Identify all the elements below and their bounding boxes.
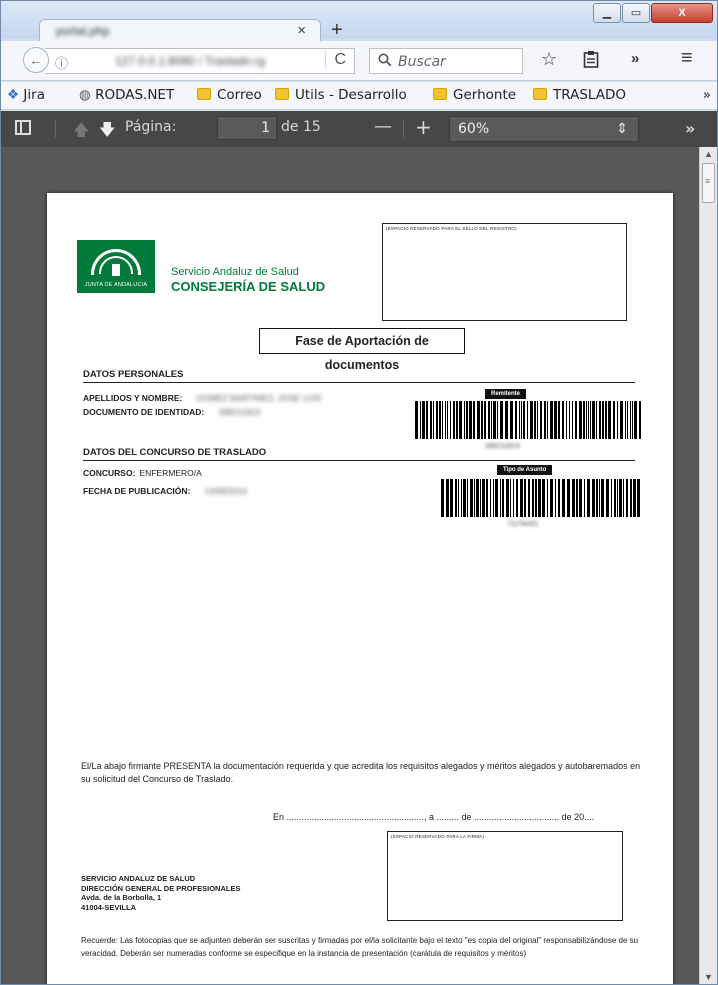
address-line: SERVICIO ANDALUZ DE SALUD bbox=[81, 874, 196, 883]
field-concurso: CONCURSO: ENFERMERO/A bbox=[83, 468, 202, 478]
field-value: 28821181X bbox=[218, 407, 262, 417]
field-value: ENFERMERO/A bbox=[139, 468, 202, 478]
pdf-page: JUNTA DE ANDALUCIA Servicio Andaluz de S… bbox=[47, 193, 673, 984]
close-window-button[interactable]: X bbox=[651, 3, 713, 23]
field-apellidos: APELLIDOS Y NOMBRE: GOMEZ MARTINEZ, JOSE … bbox=[83, 393, 321, 403]
divider bbox=[403, 120, 404, 138]
bookmarks-overflow-icon[interactable]: » bbox=[703, 87, 711, 103]
globe-icon: ◍ bbox=[79, 87, 91, 103]
tab-title: portal.php bbox=[56, 24, 110, 38]
address-bar[interactable]: ⓘ 127.0.0.1:8080 / Traslado.rg C bbox=[45, 48, 355, 74]
declaration-text: El/La abajo firmante PRESENTA la documen… bbox=[81, 761, 641, 784]
bookmark-label: TRASLADO bbox=[553, 87, 626, 103]
section-datos-personales: DATOS PERSONALES bbox=[83, 369, 635, 383]
overflow-chevron-icon[interactable]: » bbox=[631, 50, 639, 67]
jira-icon: ❖ bbox=[7, 87, 20, 103]
vertical-scrollbar[interactable]: ▲ ▼ bbox=[699, 147, 717, 984]
new-tab-button[interactable]: + bbox=[331, 19, 343, 42]
title-bar: portal.php × + ▁ ▭ X bbox=[1, 1, 717, 42]
bookmark-rodas[interactable]: ◍ RODAS.NET bbox=[79, 87, 174, 103]
folder-icon bbox=[533, 88, 547, 100]
zoom-select[interactable]: 60% ⇕ bbox=[449, 116, 639, 142]
browser-window: portal.php × + ▁ ▭ X ⓘ 127.0.0.1:8080 / … bbox=[0, 0, 718, 985]
remitente-barcode bbox=[415, 401, 641, 439]
bookmark-label: RODAS.NET bbox=[95, 87, 175, 103]
field-label: APELLIDOS Y NOMBRE: bbox=[83, 393, 183, 403]
reload-icon[interactable]: C bbox=[325, 51, 346, 69]
bookmark-gerhonte[interactable]: Gerhonte bbox=[433, 87, 516, 103]
field-fecha-publicacion: FECHA DE PUBLICACIÓN: 13/08/2014 bbox=[83, 486, 247, 496]
previous-page-icon[interactable]: 🡅 bbox=[73, 119, 89, 146]
address-line: 41004-SEVILLA bbox=[81, 902, 137, 912]
next-page-icon[interactable]: 🡇 bbox=[99, 119, 115, 146]
logo-caption: JUNTA DE ANDALUCIA bbox=[84, 282, 148, 288]
junta-andalucia-logo: JUNTA DE ANDALUCIA bbox=[77, 240, 155, 293]
back-button[interactable]: ← bbox=[23, 47, 49, 73]
document-title: Fase de Aportación de documentos bbox=[259, 328, 465, 372]
bookmark-jira[interactable]: ❖ Jira bbox=[7, 87, 45, 103]
bookmark-traslado[interactable]: TRASLADO bbox=[533, 87, 626, 103]
field-label: FECHA DE PUBLICACIÓN: bbox=[83, 486, 191, 496]
barcode-number: 711TA001 bbox=[507, 521, 539, 528]
date-line: En .....................................… bbox=[273, 812, 595, 822]
consejeria-name: CONSEJERÍA DE SALUD bbox=[171, 279, 326, 294]
bookmark-star-icon[interactable]: ☆ bbox=[541, 49, 557, 70]
scroll-thumb[interactable] bbox=[702, 163, 715, 203]
field-value: GOMEZ MARTINEZ, JOSE LUIS bbox=[196, 393, 322, 403]
dropdown-caret-icon: ⇕ bbox=[616, 121, 628, 137]
info-icon[interactable]: ⓘ bbox=[55, 53, 68, 72]
folder-icon bbox=[275, 88, 289, 100]
browser-tab[interactable]: portal.php × bbox=[39, 19, 321, 41]
zoom-value: 60% bbox=[458, 121, 490, 137]
scroll-up-icon[interactable]: ▲ bbox=[704, 149, 713, 159]
zoom-out-button[interactable]: — bbox=[374, 116, 392, 137]
registry-stamp-box: (ESPACIO RESERVADO PARA EL SELLO DEL REG… bbox=[382, 223, 627, 321]
field-value: 13/08/2014 bbox=[204, 486, 247, 496]
org-name: Servicio Andaluz de Salud bbox=[171, 266, 299, 278]
section-datos-concurso: DATOS DEL CONCURSO DE TRASLADO bbox=[83, 447, 635, 461]
bookmark-label: Utils - Desarrollo bbox=[295, 87, 407, 103]
field-label: DOCUMENTO DE IDENTIDAD: bbox=[83, 407, 205, 417]
asunto-barcode bbox=[441, 479, 640, 517]
bookmarks-toolbar: ❖ Jira ◍ RODAS.NET Correo Utils - Desarr… bbox=[1, 82, 717, 110]
remitente-tag: Remitente bbox=[485, 389, 527, 399]
search-placeholder: Buscar bbox=[398, 54, 446, 70]
address-line: DIRECCIÓN GENERAL DE PROFESIONALES bbox=[81, 883, 241, 893]
signature-box: (ESPACIO RESERVADO PARA LA FIRMA) bbox=[387, 831, 623, 921]
tab-close-icon[interactable]: × bbox=[297, 22, 306, 39]
minimize-button[interactable]: ▁ bbox=[593, 3, 621, 23]
page-total: de 15 bbox=[281, 119, 321, 135]
page-label: Página: bbox=[125, 119, 177, 135]
navigation-bar: ⓘ 127.0.0.1:8080 / Traslado.rg C ← Busca… bbox=[1, 41, 717, 81]
search-box[interactable]: Buscar bbox=[369, 48, 523, 74]
sidebar-toggle-icon[interactable] bbox=[15, 120, 31, 135]
scroll-down-icon[interactable]: ▼ bbox=[704, 972, 713, 982]
reading-list-icon[interactable] bbox=[583, 50, 599, 73]
stamp-box-caption: (ESPACIO RESERVADO PARA EL SELLO DEL REG… bbox=[386, 226, 517, 231]
field-documento: DOCUMENTO DE IDENTIDAD: 28821181X bbox=[83, 407, 261, 417]
folder-icon bbox=[433, 88, 447, 100]
bookmark-label: Correo bbox=[217, 87, 262, 103]
pdf-toolbar: 🡅 🡇 Página: 1 de 15 — + 60% ⇕ » bbox=[1, 111, 717, 147]
tipo-asunto-tag: Tipo de Asunto bbox=[497, 465, 553, 475]
zoom-in-button[interactable]: + bbox=[415, 115, 432, 139]
folder-icon bbox=[197, 88, 211, 100]
bookmark-correo[interactable]: Correo bbox=[197, 87, 262, 103]
field-label: CONCURSO: bbox=[83, 468, 136, 478]
bookmark-label: Jira bbox=[23, 87, 45, 103]
hamburger-menu-icon[interactable]: ≡ bbox=[681, 47, 693, 70]
signature-box-caption: (ESPACIO RESERVADO PARA LA FIRMA) bbox=[391, 834, 485, 839]
search-icon bbox=[378, 53, 392, 70]
divider bbox=[55, 120, 56, 138]
tools-overflow-icon[interactable]: » bbox=[685, 119, 695, 138]
page-number-input[interactable]: 1 bbox=[217, 116, 277, 140]
reminder-text: Recuerde: Las fotocopias que se adjunten… bbox=[81, 936, 639, 958]
postal-address: SERVICIO ANDALUZ DE SALUD DIRECCIÓN GENE… bbox=[81, 874, 240, 912]
url-text[interactable]: 127.0.0.1:8080 / Traslado.rg bbox=[115, 54, 265, 68]
address-line: Avda. de la Borbolla, 1 bbox=[81, 893, 162, 902]
bookmark-label: Gerhonte bbox=[453, 87, 517, 103]
maximize-button[interactable]: ▭ bbox=[622, 3, 650, 23]
bookmark-utils[interactable]: Utils - Desarrollo bbox=[275, 87, 407, 103]
pdf-viewer[interactable]: JUNTA DE ANDALUCIA Servicio Andaluz de S… bbox=[1, 147, 717, 984]
